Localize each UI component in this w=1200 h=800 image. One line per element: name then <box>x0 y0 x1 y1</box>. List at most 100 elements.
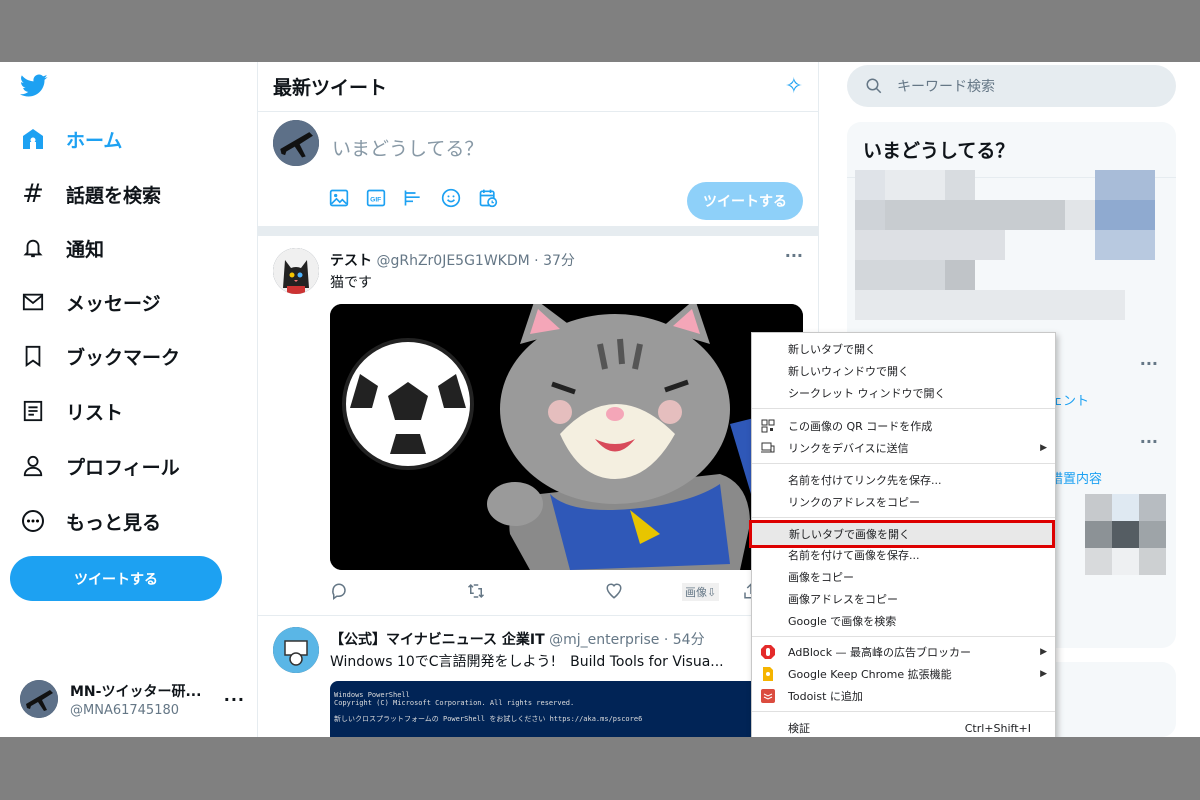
menu-item-copy-image[interactable]: 画像をコピー <box>752 566 1055 588</box>
left-sidebar: ホーム # 話題を検索 通知 メッセージ ブックマーク リスト プロフィール も… <box>0 62 257 737</box>
gif-icon[interactable]: GIF <box>365 187 387 209</box>
account-switcher[interactable]: MN-ツイッター研... @MNA61745180 ··· <box>20 674 245 724</box>
nav-home[interactable]: ホーム <box>20 119 122 159</box>
blurred-trends <box>855 170 1165 330</box>
submenu-arrow-icon: ▶ <box>1040 647 1047 657</box>
ps-line: Windows PowerShell <box>334 691 410 699</box>
browser-page: ホーム # 話題を検索 通知 メッセージ ブックマーク リスト プロフィール も… <box>0 62 1200 737</box>
more-circle-icon <box>20 508 46 534</box>
search-box[interactable]: キーワード検索 <box>847 65 1176 107</box>
like-icon[interactable] <box>605 582 623 603</box>
nav-label: リスト <box>66 401 124 424</box>
avatar <box>273 248 319 294</box>
adblock-icon <box>761 645 775 659</box>
sparkle-icon[interactable]: ✧ <box>785 74 803 99</box>
tweet[interactable]: テスト @gRhZr0JE5G1WKDM · 37分 ··· 猫です 画像⇩ <box>258 238 818 616</box>
menu-separator <box>752 517 1055 518</box>
compose-input[interactable]: いまどうしてる？ <box>332 134 483 161</box>
twitter-logo-icon[interactable] <box>20 74 48 98</box>
menu-item-save-image-as[interactable]: 名前を付けて画像を保存... <box>752 544 1055 566</box>
nav-explore[interactable]: # 話題を検索 <box>20 174 161 214</box>
account-more-icon[interactable]: ··· <box>224 690 245 709</box>
menu-separator <box>752 636 1055 637</box>
nav-messages[interactable]: メッセージ <box>20 282 161 322</box>
menu-shortcut: Ctrl+Shift+I <box>964 721 1031 735</box>
menu-label: AdBlock — 最高峰の広告ブロッカー <box>788 646 972 659</box>
menu-item-search-google-image[interactable]: Google で画像を検索 <box>752 610 1055 632</box>
menu-label: 新しいタブで画像を開く <box>789 528 910 541</box>
retweet-icon[interactable] <box>467 582 485 603</box>
trend-text-fragment[interactable]: 措置内容 <box>1050 468 1102 487</box>
menu-label: 新しいタブで開く <box>788 343 876 356</box>
menu-item-send-to-device[interactable]: リンクをデバイスに送信 ▶ <box>752 437 1055 459</box>
bookmark-icon <box>20 343 46 369</box>
avatar <box>20 680 58 718</box>
schedule-icon[interactable] <box>477 187 499 209</box>
menu-separator <box>752 408 1055 409</box>
image-download-badge[interactable]: 画像⇩ <box>682 583 720 601</box>
emoji-icon[interactable] <box>440 187 462 209</box>
image-icon[interactable] <box>328 187 350 209</box>
nav-more[interactable]: もっと見る <box>20 501 161 541</box>
menu-item-copy-image-address[interactable]: 画像アドレスをコピー <box>752 588 1055 610</box>
tweet-author[interactable]: テスト <box>330 253 372 269</box>
tweet-text: 猫です <box>330 275 372 291</box>
menu-item-save-link-as[interactable]: 名前を付けてリンク先を保存... <box>752 469 1055 491</box>
menu-item-copy-link-address[interactable]: リンクのアドレスをコピー <box>752 491 1055 513</box>
menu-item-open-new-tab[interactable]: 新しいタブで開く <box>752 338 1055 360</box>
search-input[interactable]: キーワード検索 <box>897 76 995 96</box>
nav-bookmarks[interactable]: ブックマーク <box>20 336 180 376</box>
menu-label: 新しいウィンドウで開く <box>788 365 909 378</box>
trend-more-icon[interactable]: ··· <box>1140 354 1158 373</box>
hashtag-icon: # <box>22 179 44 209</box>
menu-label: 検証 <box>788 722 810 735</box>
tweet-button[interactable]: ツイートする <box>10 556 222 601</box>
compose-box: いまどうしてる？ GIF ツイートする <box>258 112 818 236</box>
menu-item-google-keep[interactable]: Google Keep Chrome 拡張機能 ▶ <box>752 663 1055 685</box>
tweet[interactable]: 【公式】マイナビニュース 企業IT @mj_enterprise · 54分 W… <box>258 617 818 737</box>
nav-lists[interactable]: リスト <box>20 391 123 431</box>
menu-item-qr-code[interactable]: この画像の QR コードを作成 <box>752 415 1055 437</box>
nav-label: ホーム <box>66 129 123 152</box>
menu-item-adblock[interactable]: AdBlock — 最高峰の広告ブロッカー ▶ <box>752 641 1055 663</box>
reply-icon[interactable] <box>330 582 348 603</box>
menu-item-open-new-window[interactable]: 新しいウィンドウで開く <box>752 360 1055 382</box>
qr-code-icon <box>761 419 775 433</box>
account-handle: @MNA61745180 <box>70 702 180 718</box>
menu-label: Todoist に追加 <box>788 690 863 703</box>
menu-item-open-incognito[interactable]: シークレット ウィンドウで開く <box>752 382 1055 404</box>
menu-label: 名前を付けてリンク先を保存... <box>788 474 942 487</box>
trend-more-icon[interactable]: ··· <box>1140 432 1158 451</box>
nav-profile[interactable]: プロフィール <box>20 446 180 486</box>
tweet-more-icon[interactable]: ··· <box>785 246 803 265</box>
nav-notifications[interactable]: 通知 <box>20 228 104 268</box>
menu-label: リンクをデバイスに送信 <box>788 442 909 455</box>
menu-label: 画像をコピー <box>788 571 854 584</box>
devices-icon <box>761 442 775 453</box>
menu-item-todoist[interactable]: Todoist に追加 <box>752 685 1055 707</box>
menu-label: 名前を付けて画像を保存... <box>788 549 920 562</box>
menu-label: シークレット ウィンドウで開く <box>788 387 946 400</box>
nav-label: プロフィール <box>66 456 180 479</box>
nav-label: ブックマーク <box>66 346 181 369</box>
avatar <box>273 627 319 673</box>
google-keep-icon <box>763 667 773 681</box>
menu-item-inspect[interactable]: 検証 Ctrl+Shift+I <box>752 717 1055 737</box>
menu-label: リンクのアドレスをコピー <box>788 496 920 509</box>
compose-tweet-button[interactable]: ツイートする <box>687 182 803 220</box>
tweet-time[interactable]: · 54分 <box>664 632 705 648</box>
tweet-handle[interactable]: @gRhZr0JE5G1WKDM <box>376 253 529 269</box>
powershell-screenshot[interactable]: Windows PowerShell Copyright (C) Microso… <box>330 681 803 737</box>
tweet-author[interactable]: 【公式】マイナビニュース 企業IT <box>330 632 545 648</box>
tweet-handle[interactable]: @mj_enterprise <box>549 632 659 648</box>
menu-label: 画像アドレスをコピー <box>788 593 898 606</box>
menu-separator <box>752 711 1055 712</box>
svg-text:GIF: GIF <box>370 196 381 203</box>
menu-label: Google で画像を検索 <box>788 615 897 628</box>
poll-icon[interactable] <box>402 187 424 209</box>
tweet-time[interactable]: · 37分 <box>534 253 575 269</box>
person-icon <box>20 453 46 479</box>
nav-label: 通知 <box>66 238 105 261</box>
tweet-image[interactable] <box>330 304 803 570</box>
cat-soccer-illustration <box>330 304 803 570</box>
